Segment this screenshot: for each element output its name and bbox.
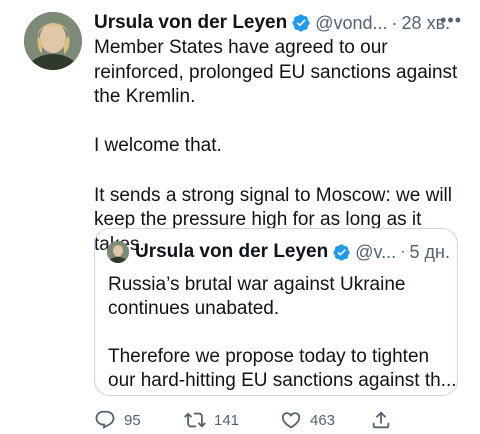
- tweet-text: Member States have agreed to our reinfor…: [94, 36, 466, 257]
- quoted-text-line: continues unabated.: [108, 298, 280, 319]
- quoted-text-line: Russia’s brutal war against Ukraine: [108, 274, 406, 295]
- avatar-photo: [24, 12, 82, 70]
- quoted-timestamp: 5 дн.: [409, 241, 450, 262]
- quoted-tweet-header: Ursula von der Leyen @v... · 5 дн.: [107, 239, 450, 265]
- retweet-icon: [184, 412, 206, 428]
- author-handle[interactable]: @vond...: [315, 13, 387, 34]
- tweet-text-line: Member States have agreed to our: [94, 37, 388, 58]
- reply-icon: [95, 410, 115, 429]
- quoted-avatar: [107, 241, 129, 263]
- avatar[interactable]: [24, 12, 82, 70]
- tweet-header: Ursula von der Leyen @vond... · 28 хв. •…: [94, 10, 466, 36]
- quoted-avatar-photo: [107, 241, 129, 263]
- like-count: 463: [310, 411, 336, 429]
- heart-icon: [281, 412, 301, 429]
- retweet-button[interactable]: 141: [184, 408, 239, 432]
- reply-button[interactable]: 95: [94, 408, 141, 432]
- reply-count: 95: [124, 411, 141, 429]
- quoted-tweet[interactable]: Ursula von der Leyen @v... · 5 дн. Russi…: [94, 228, 458, 396]
- retweet-count: 141: [214, 411, 240, 429]
- separator-dot: ·: [391, 12, 398, 33]
- quoted-author-handle: @v...: [355, 241, 397, 262]
- verified-badge-icon: [292, 14, 310, 32]
- tweet-text-line: It sends a strong signal to Moscow: we w…: [94, 184, 452, 206]
- separator-dot: ·: [400, 243, 406, 260]
- quoted-text-line: our hard-hitting EU sanctions against th…: [108, 370, 457, 391]
- quoted-text-line: Therefore we propose today to tighten: [108, 346, 430, 367]
- verified-badge-icon: [333, 243, 350, 261]
- tweet: Ursula von der Leyen @vond... · 28 хв. •…: [0, 0, 480, 434]
- tweet-actions: 95 141 463: [94, 408, 404, 432]
- tweet-text-line: reinforced, prolonged EU sanctions again…: [94, 61, 458, 83]
- share-icon: [372, 411, 390, 429]
- quoted-author-name: Ursula von der Leyen: [135, 241, 329, 262]
- more-horizontal-icon[interactable]: •••: [440, 10, 462, 31]
- tweet-text-line: I welcome that.: [94, 135, 222, 157]
- quoted-tweet-text: Russia’s brutal war against Ukraine cont…: [108, 273, 457, 393]
- tweet-text-line: the Kremlin.: [94, 86, 196, 108]
- author-name[interactable]: Ursula von der Leyen: [94, 12, 287, 34]
- share-button[interactable]: [370, 408, 392, 432]
- like-button[interactable]: 463: [280, 408, 335, 432]
